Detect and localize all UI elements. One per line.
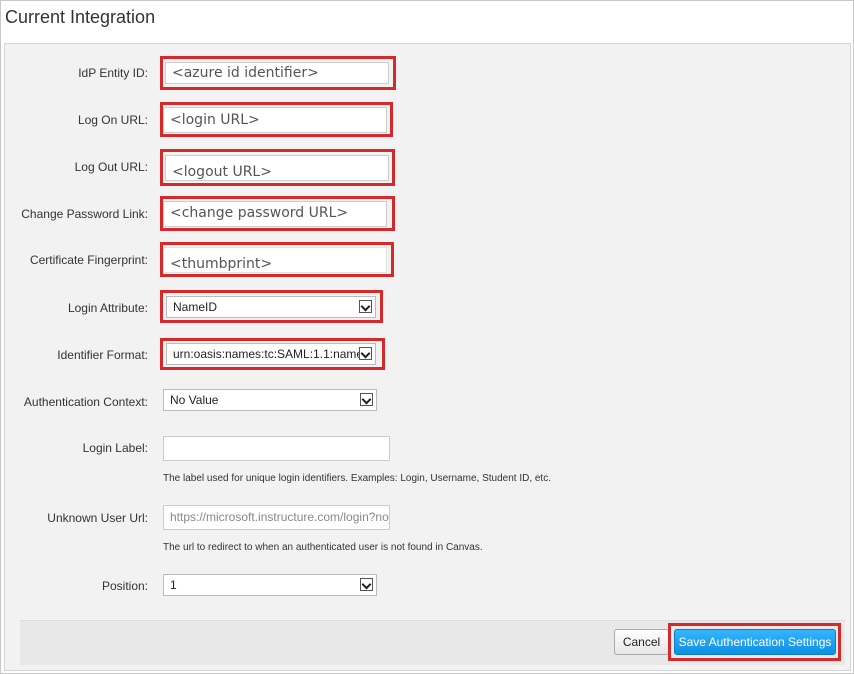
certificate-fingerprint-highlight [160, 242, 394, 277]
unknown-user-url-field[interactable]: https://microsoft.instructure.com/login?… [163, 505, 390, 530]
save-button-highlight [668, 623, 841, 661]
position-select[interactable]: 1 [163, 574, 377, 596]
position-value: 1 [170, 578, 177, 592]
certificate-fingerprint-label: Certificate Fingerprint: [29, 253, 148, 267]
page-title: Current Integration [5, 7, 156, 27]
cancel-button[interactable]: Cancel [614, 629, 669, 655]
identifier-format-label: Identifier Format: [57, 348, 148, 362]
log-out-url-label: Log Out URL: [74, 160, 148, 174]
login-label-label: Login Label: [82, 441, 148, 455]
login-attribute-highlight [160, 290, 383, 323]
chevron-down-icon [360, 578, 373, 591]
login-label-field[interactable] [163, 436, 390, 461]
log-out-url-highlight [160, 149, 395, 186]
log-on-url-label: Log On URL: [77, 113, 148, 127]
authentication-context-label: Authentication Context: [23, 395, 148, 409]
idp-entity-id-highlight [160, 56, 396, 90]
position-label: Position: [101, 579, 148, 593]
change-password-link-label: Change Password Link: [21, 207, 148, 221]
idp-entity-id-label: IdP Entity ID: [78, 66, 148, 80]
chevron-down-icon [360, 393, 373, 406]
unknown-user-url-help: The url to redirect to when an authentic… [163, 542, 483, 553]
authentication-context-select[interactable]: No Value [163, 389, 377, 411]
login-label-help: The label used for unique login identifi… [163, 473, 551, 484]
unknown-user-url-label: Unknown User Url: [47, 511, 148, 525]
login-attribute-label: Login Attribute: [67, 301, 148, 315]
identifier-format-highlight [160, 338, 385, 370]
authentication-context-value: No Value [170, 393, 219, 407]
log-on-url-highlight [160, 102, 393, 137]
change-password-link-highlight [160, 196, 395, 231]
